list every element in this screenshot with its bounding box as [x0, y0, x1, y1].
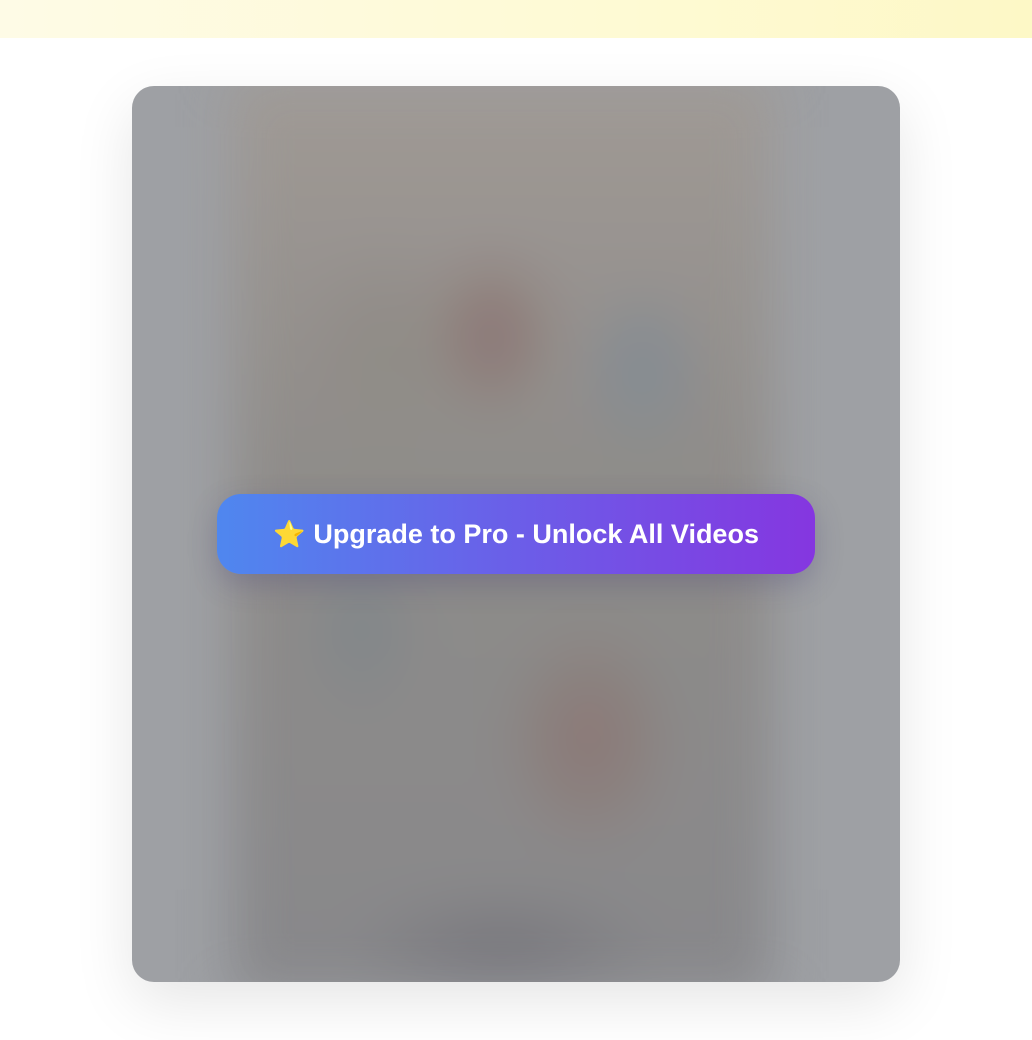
- upgrade-to-pro-button[interactable]: ⭐ Upgrade to Pro - Unlock All Videos: [217, 494, 815, 574]
- top-banner: [0, 0, 1032, 38]
- upgrade-button-label: Upgrade to Pro - Unlock All Videos: [313, 518, 759, 549]
- star-icon: ⭐: [273, 519, 306, 549]
